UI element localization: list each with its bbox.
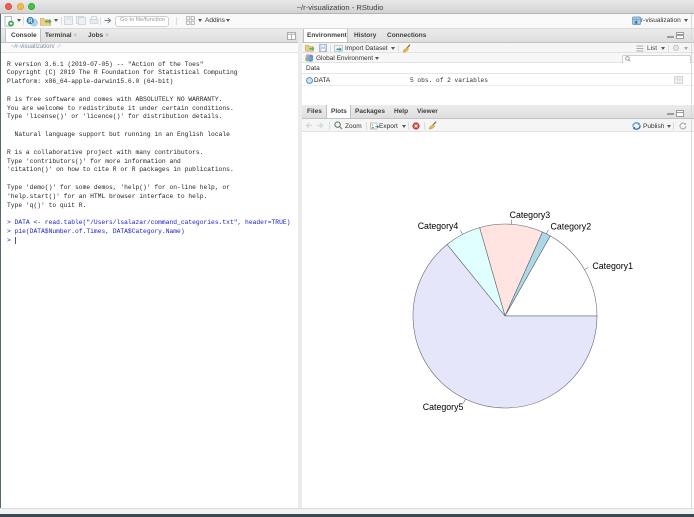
svg-text:Category5: Category5 xyxy=(423,402,464,412)
svg-text:R: R xyxy=(28,19,33,25)
svg-text:Category3: Category3 xyxy=(510,210,551,220)
svg-text:Category4: Category4 xyxy=(418,221,459,231)
svg-text:Category2: Category2 xyxy=(551,222,592,232)
svg-text:Category1: Category1 xyxy=(592,261,633,271)
